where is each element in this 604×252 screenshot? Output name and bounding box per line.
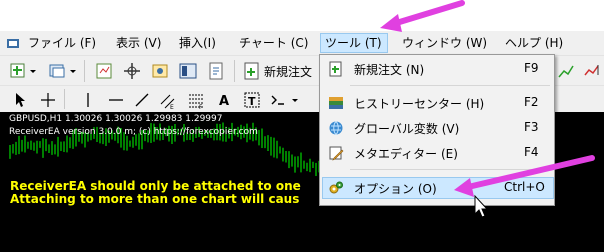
menu-item-shortcut: F2: [524, 95, 539, 109]
toolbar-separator: [84, 60, 85, 82]
menu-item-label: ヒストリーセンター (H): [354, 97, 485, 111]
text-label-icon[interactable]: T: [242, 90, 262, 110]
options-icon: [329, 181, 343, 194]
menu-item-shortcut: F4: [524, 145, 539, 159]
menu-file[interactable]: ファイル (F): [24, 33, 100, 53]
svg-text:E: E: [170, 104, 174, 110]
menu-item-label: グローバル変数 (V): [354, 122, 460, 136]
chart-shift-icon[interactable]: [582, 61, 602, 81]
app-menu-icon[interactable]: [6, 36, 20, 50]
menu-item-label: 新規注文 (N): [354, 63, 425, 77]
annotation-arrow-top: [380, 0, 465, 32]
svg-text:F: F: [199, 104, 203, 110]
toolbar-separator: [234, 60, 235, 82]
market-watch-icon[interactable]: [94, 61, 114, 81]
menu-item-shortcut: F3: [524, 120, 539, 134]
menu-item-metaeditor[interactable]: メタエディター (E) F4: [322, 142, 552, 164]
zoom-chart-icon[interactable]: [556, 61, 576, 81]
history-center-icon: [329, 97, 343, 109]
menu-charts[interactable]: チャート (C): [235, 33, 312, 53]
tools-dropdown-menu: 新規注文 (N) F9 ヒストリーセンター (H) F2 グローバル変数 (V)…: [319, 54, 555, 206]
menu-item-global-variables[interactable]: グローバル変数 (V) F3: [322, 117, 552, 139]
equidistant-channel-icon[interactable]: E: [158, 90, 178, 110]
svg-text:T: T: [248, 95, 256, 108]
new-chart-icon[interactable]: [8, 61, 28, 81]
warning-text-line-2: Attaching to more than one chart will ca…: [10, 192, 300, 206]
menu-separator: [350, 169, 550, 170]
menu-bar: ファイル (F) 表示 (V) 挿入(I) チャート (C) ツール (T) ウ…: [0, 31, 604, 55]
new-order-icon: [329, 61, 342, 77]
text-icon[interactable]: A: [214, 90, 234, 110]
horizontal-line-icon[interactable]: [106, 90, 126, 110]
cursor-icon[interactable]: [10, 90, 30, 110]
menu-item-shortcut: F9: [524, 61, 539, 75]
trendline-icon[interactable]: [132, 90, 152, 110]
ea-version-label: ReceiverEA version 3.0.0 m; (c) https://…: [9, 127, 258, 137]
svg-text:A: A: [219, 94, 229, 109]
data-window-icon[interactable]: [122, 61, 142, 81]
menu-item-label: オプション (O): [354, 182, 437, 196]
global-variables-icon: [329, 121, 343, 135]
terminal-icon[interactable]: [178, 61, 198, 81]
new-order-button-label[interactable]: 新規注文: [264, 63, 312, 80]
chevron-down-icon[interactable]: [290, 90, 300, 110]
toolbar-separator: [64, 89, 65, 109]
menu-item-options[interactable]: オプション (O) Ctrl+O: [322, 177, 554, 199]
new-order-icon[interactable]: [242, 61, 262, 81]
menu-separator: [350, 85, 550, 86]
menu-item-history-center[interactable]: ヒストリーセンター (H) F2: [322, 92, 552, 114]
chevron-down-icon[interactable]: [68, 61, 78, 81]
menu-tools[interactable]: ツール (T): [320, 33, 388, 53]
warning-text-line-1: ReceiverEA should only be attached to on…: [10, 179, 301, 193]
menu-help[interactable]: ヘルプ (H): [501, 33, 567, 53]
strategy-tester-icon[interactable]: [206, 61, 226, 81]
chevron-down-icon[interactable]: [28, 61, 38, 81]
navigator-icon[interactable]: [150, 61, 170, 81]
vertical-line-icon[interactable]: [78, 90, 98, 110]
menu-window[interactable]: ウィンドウ (W): [398, 33, 491, 53]
metaeditor-icon: [329, 146, 344, 161]
menu-view[interactable]: 表示 (V): [112, 33, 165, 53]
profiles-icon[interactable]: [48, 61, 68, 81]
fibonacci-icon[interactable]: F: [186, 90, 206, 110]
chart-symbol-title: GBPUSD,H1 1.30026 1.30026 1.29983 1.2999…: [9, 114, 223, 124]
menu-item-new-order[interactable]: 新規注文 (N) F9: [322, 58, 552, 80]
menu-insert[interactable]: 挿入(I): [175, 33, 220, 53]
menu-item-shortcut: Ctrl+O: [504, 180, 545, 194]
arrows-icon[interactable]: [268, 90, 288, 110]
crosshair-icon[interactable]: [38, 90, 58, 110]
menu-item-label: メタエディター (E): [354, 147, 458, 161]
